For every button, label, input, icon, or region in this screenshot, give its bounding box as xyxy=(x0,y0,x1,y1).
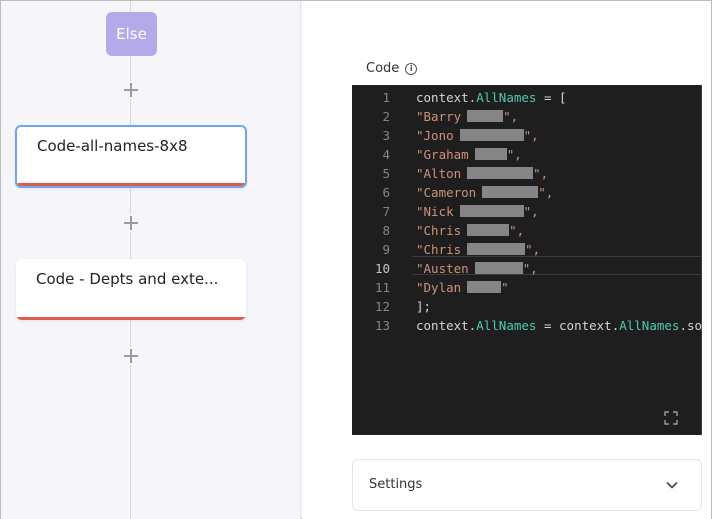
code-text: context.AllNames = [ xyxy=(416,88,567,107)
node-title: Code - Depts and exte... xyxy=(36,270,219,288)
chevron-down-icon xyxy=(666,481,678,489)
code-string: "Alton xyxy=(416,166,462,181)
code-text: "Chris ", xyxy=(416,240,540,259)
code-text: context.AllNames = context.AllNames.so xyxy=(416,316,702,335)
redacted-text xyxy=(482,186,539,198)
code-line[interactable]: 10 "Austen ", xyxy=(352,259,702,278)
code-string: "Nick xyxy=(416,204,454,219)
code-text: "Graham ", xyxy=(416,145,522,164)
line-number: 7 xyxy=(382,204,390,219)
code-label-text: Code xyxy=(366,61,400,76)
code-string: ", xyxy=(533,166,549,181)
code-string: ", xyxy=(525,242,541,257)
code-line[interactable]: 4 "Graham ", xyxy=(352,145,702,164)
line-number: 2 xyxy=(382,109,390,124)
add-step-plus-icon[interactable] xyxy=(122,81,140,99)
code-line[interactable]: 9 "Chris ", xyxy=(352,240,702,259)
redacted-text xyxy=(467,167,534,179)
code-text: "Barry ", xyxy=(416,107,518,126)
code-line[interactable]: 1 context.AllNames = [ xyxy=(352,88,702,107)
code-text: "Chris ", xyxy=(416,221,524,240)
code-string: "Jono xyxy=(416,128,454,143)
code-line[interactable]: 5 "Alton ", xyxy=(352,164,702,183)
code-token: context. xyxy=(416,90,477,105)
code-string: " xyxy=(501,280,509,295)
code-string: ", xyxy=(523,204,539,219)
redacted-text xyxy=(467,243,526,255)
flow-node-code-depts[interactable]: Code - Depts and exte... xyxy=(16,259,246,320)
code-token: = [ xyxy=(536,90,567,105)
code-string: "Chris xyxy=(416,242,462,257)
code-line[interactable]: 2 "Barry ", xyxy=(352,107,702,126)
settings-label: Settings xyxy=(369,477,423,492)
code-text: ]; xyxy=(416,297,431,316)
code-line[interactable]: 13 context.AllNames = context.AllNames.so xyxy=(352,316,702,335)
line-number: 8 xyxy=(382,223,390,238)
code-line[interactable]: 12]; xyxy=(352,297,702,316)
code-string: ", xyxy=(522,261,538,276)
add-step-plus-icon[interactable] xyxy=(122,347,140,365)
code-line[interactable]: 3 "Jono ", xyxy=(352,126,702,145)
code-string: ", xyxy=(503,109,519,124)
expand-editor-icon[interactable] xyxy=(664,411,678,425)
code-token: ]; xyxy=(416,299,432,314)
code-editor[interactable]: 1 context.AllNames = [2 "Barry ", 3 "Jono ", 4 "… xyxy=(352,85,702,435)
line-number: 11 xyxy=(374,280,390,295)
code-text: "Alton ", xyxy=(416,164,548,183)
code-text: "Cameron ", xyxy=(416,183,553,202)
line-number: 13 xyxy=(374,318,390,333)
code-string: ", xyxy=(506,147,522,162)
code-token: .so xyxy=(679,318,702,333)
flow-canvas: Else Code-all-names-8x8 Code - Depts and… xyxy=(1,1,301,519)
code-string: ", xyxy=(538,185,554,200)
info-icon[interactable]: i xyxy=(405,62,418,75)
line-number: 12 xyxy=(374,299,390,314)
code-string: "Barry xyxy=(416,109,462,124)
flow-node-code-all-names[interactable]: Code-all-names-8x8 xyxy=(15,125,247,188)
else-branch-node[interactable]: Else xyxy=(106,12,157,56)
code-text: "Jono ", xyxy=(416,126,539,145)
code-line[interactable]: 8 "Chris ", xyxy=(352,221,702,240)
line-number: 6 xyxy=(382,185,390,200)
code-step-panel: Code i 1 context.AllNames = [2 "Barry ", 3 "J… xyxy=(302,1,711,519)
line-number: 3 xyxy=(382,128,390,143)
redacted-text xyxy=(474,262,523,274)
code-string: "Chris xyxy=(416,223,462,238)
redacted-text xyxy=(474,148,507,160)
code-string: "Dylan xyxy=(416,280,462,295)
line-number: 1 xyxy=(382,90,390,105)
code-property: AllNames xyxy=(476,318,537,333)
else-label: Else xyxy=(116,25,147,43)
node-status-bar xyxy=(17,183,245,186)
redacted-text xyxy=(459,205,524,217)
node-title: Code-all-names-8x8 xyxy=(37,137,188,155)
code-text: "Dylan " xyxy=(416,278,509,297)
code-field-label: Code i xyxy=(366,61,418,76)
code-text: "Austen ", xyxy=(416,259,538,278)
code-token: context. xyxy=(416,318,477,333)
code-property: AllNames xyxy=(476,90,537,105)
settings-accordion[interactable]: Settings xyxy=(352,459,702,511)
code-string: "Cameron xyxy=(416,185,477,200)
line-number: 9 xyxy=(382,242,390,257)
code-line[interactable]: 6 "Cameron ", xyxy=(352,183,702,202)
code-line[interactable]: 7 "Nick ", xyxy=(352,202,702,221)
redacted-text xyxy=(467,281,502,293)
code-token: = context. xyxy=(536,318,620,333)
code-string: ", xyxy=(509,223,525,238)
node-status-bar xyxy=(16,317,246,320)
line-number: 10 xyxy=(374,261,390,276)
code-line[interactable]: 11 "Dylan " xyxy=(352,278,702,297)
code-string: "Graham xyxy=(416,147,469,162)
code-string: "Austen xyxy=(416,261,469,276)
redacted-text xyxy=(467,224,510,236)
line-number: 4 xyxy=(382,147,390,162)
add-step-plus-icon[interactable] xyxy=(122,214,140,232)
code-string: ", xyxy=(523,128,539,143)
redacted-text xyxy=(467,110,504,122)
redacted-text xyxy=(459,129,524,141)
code-property: AllNames xyxy=(619,318,680,333)
code-text: "Nick ", xyxy=(416,202,539,221)
line-number: 5 xyxy=(382,166,390,181)
